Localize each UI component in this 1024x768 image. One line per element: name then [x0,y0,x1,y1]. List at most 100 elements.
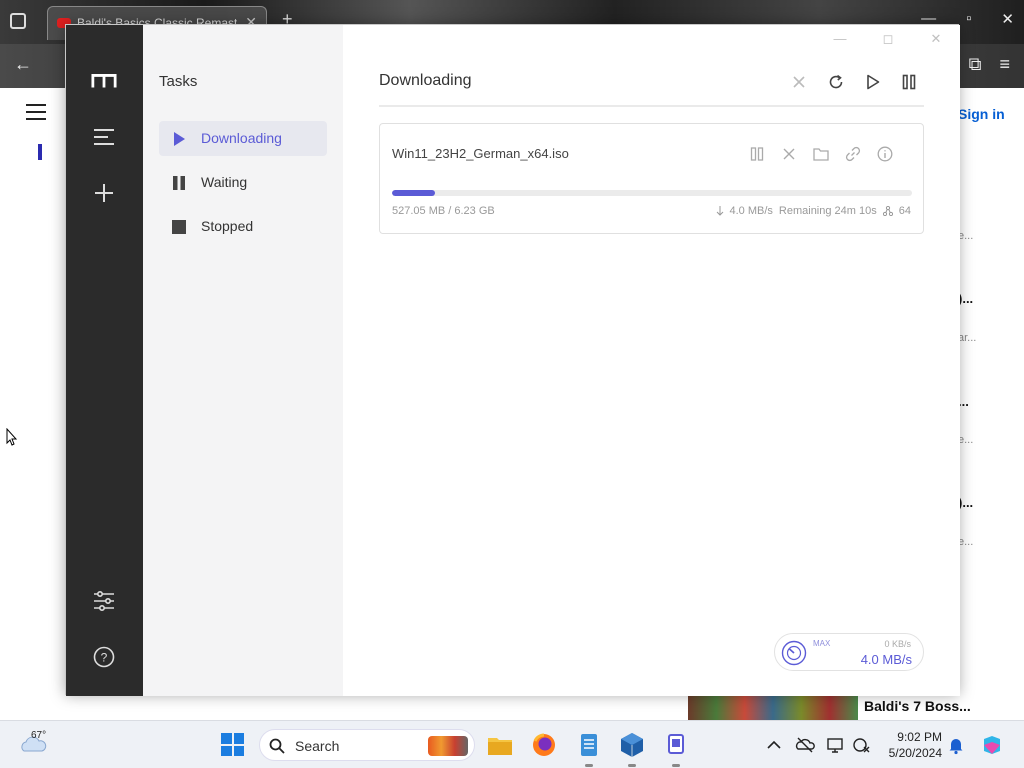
help-icon[interactable]: ? [91,644,117,670]
link-icon [845,146,861,162]
title-divider [379,105,924,107]
upload-speed: 0 KB/s [884,639,911,649]
video-thumbnail[interactable] [688,696,858,720]
task-speed: 4.0 MB/s [729,205,773,217]
play-icon [174,132,185,146]
sidebar-title: Tasks [159,73,198,90]
info-icon [877,146,893,162]
speed-max-label: MAX [813,639,831,648]
chevron-up-icon[interactable] [764,735,784,755]
close-icon [793,76,805,88]
download-arrow-icon [716,206,723,216]
main-panel: — ◻ ✕ Downloading Win11_23H2_German_x64.… [343,25,960,696]
copilot-icon[interactable] [980,733,1004,757]
open-folder-button[interactable] [811,144,831,164]
add-task-icon[interactable] [91,180,117,206]
play-icon [867,74,880,90]
task-connections: 64 [898,205,911,217]
side-fragment: e... [958,230,974,242]
search-icon [269,738,285,754]
speedometer[interactable]: MAX 0 KB/s 4.0 MB/s [774,633,924,671]
task-info-button[interactable] [875,144,895,164]
search-label: Search [295,738,340,754]
virtualbox-app[interactable] [618,731,646,767]
browser-close-icon[interactable]: ✕ [1001,10,1014,28]
stop-icon [172,220,186,234]
browser-maximize-icon[interactable]: ▫ [966,10,971,28]
delete-task-button[interactable] [779,144,799,164]
mouse-cursor-icon [6,428,18,446]
window-close-icon[interactable]: ✕ [924,31,948,49]
connections-icon [882,206,893,216]
motrix-taskbar-icon [668,734,684,754]
notepad-app[interactable] [575,731,603,767]
clock-date: 5/20/2024 [888,746,942,760]
side-fragment: )... [958,495,974,510]
back-icon[interactable]: ← [14,54,32,75]
task-stats: 4.0 MB/s Remaining 24m 10s 64 [716,205,911,217]
side-fragment: ar... [958,332,977,344]
task-item[interactable]: Win11_23H2_German_x64.iso 527.05 MB / 6.… [379,123,924,234]
network-icon[interactable] [852,735,872,755]
virtualbox-icon [621,733,643,757]
refresh-icon [829,74,843,89]
notification-bell-icon[interactable] [946,735,966,755]
app-rail: ? [66,25,143,696]
tasks-sidebar: Tasks Downloading Waiting Stopped [143,25,343,696]
motrix-window: ? Tasks Downloading Waiting Stopped — ◻ … [65,24,960,696]
taskbar-search[interactable]: Search [259,729,475,761]
motrix-app[interactable] [662,731,690,767]
sidebar-item-label: Waiting [201,174,248,190]
windows-start-icon[interactable] [221,733,244,756]
task-progress-bar [392,190,912,196]
pause-task-button[interactable] [747,144,767,164]
sidebar-item-label: Downloading [201,130,282,146]
task-size: 527.05 MB / 6.23 GB [392,205,495,217]
svg-text:?: ? [101,651,108,665]
refresh-button[interactable] [824,70,848,94]
download-speed: 4.0 MB/s [860,652,912,667]
delete-tasks-button[interactable] [787,70,811,94]
file-explorer-icon[interactable] [486,731,514,759]
copy-link-button[interactable] [843,144,863,164]
pause-icon [902,74,916,90]
task-filename: Win11_23H2_German_x64.iso [392,146,569,161]
speedometer-icon [781,640,807,666]
menu-icon[interactable]: ≡ [999,54,1010,75]
page-fragment [38,144,42,160]
task-list-icon[interactable] [91,124,117,150]
pause-icon [173,176,185,190]
pause-icon [750,147,764,161]
taskbar: 67° Search 9:02 PM 5/20/2024 [0,720,1024,768]
side-fragment: )... [958,291,974,306]
side-fragment: e... [958,434,974,446]
task-progress-fill [392,190,435,196]
extensions-icon[interactable]: ⧉ [969,54,982,75]
preferences-icon[interactable] [91,588,117,614]
sidebar-item-downloading[interactable]: Downloading [159,121,327,156]
sidebar-item-stopped[interactable]: Stopped [159,209,327,244]
video-title[interactable]: Baldi's 7 Boss... [864,698,971,714]
close-icon [783,148,795,160]
pause-all-button[interactable] [897,70,921,94]
sidebar-item-waiting[interactable]: Waiting [159,165,327,200]
firefox-icon[interactable] [530,731,558,759]
folder-icon [813,148,829,161]
hamburger-menu-icon[interactable] [26,104,46,120]
window-minimize-icon[interactable]: — [828,31,852,49]
app-logo-icon [91,68,117,94]
page-title: Downloading [379,72,472,89]
browser-toolbar-right: ⧉ ≡ [969,54,1010,75]
weather-temperature: 67° [31,730,47,741]
sidebar-item-label: Stopped [201,218,254,234]
onedrive-icon[interactable] [795,735,815,755]
notepad-icon [581,734,597,756]
clock[interactable]: 9:02 PM 5/20/2024 [884,729,942,761]
resume-all-button[interactable] [861,70,885,94]
sign-in-button[interactable]: Sign in [952,100,1024,128]
tab-actions-icon[interactable] [10,13,26,29]
clock-time: 9:02 PM [897,730,942,744]
search-highlight-image [428,736,468,756]
display-icon[interactable] [826,735,846,755]
window-maximize-icon[interactable]: ◻ [876,31,900,49]
